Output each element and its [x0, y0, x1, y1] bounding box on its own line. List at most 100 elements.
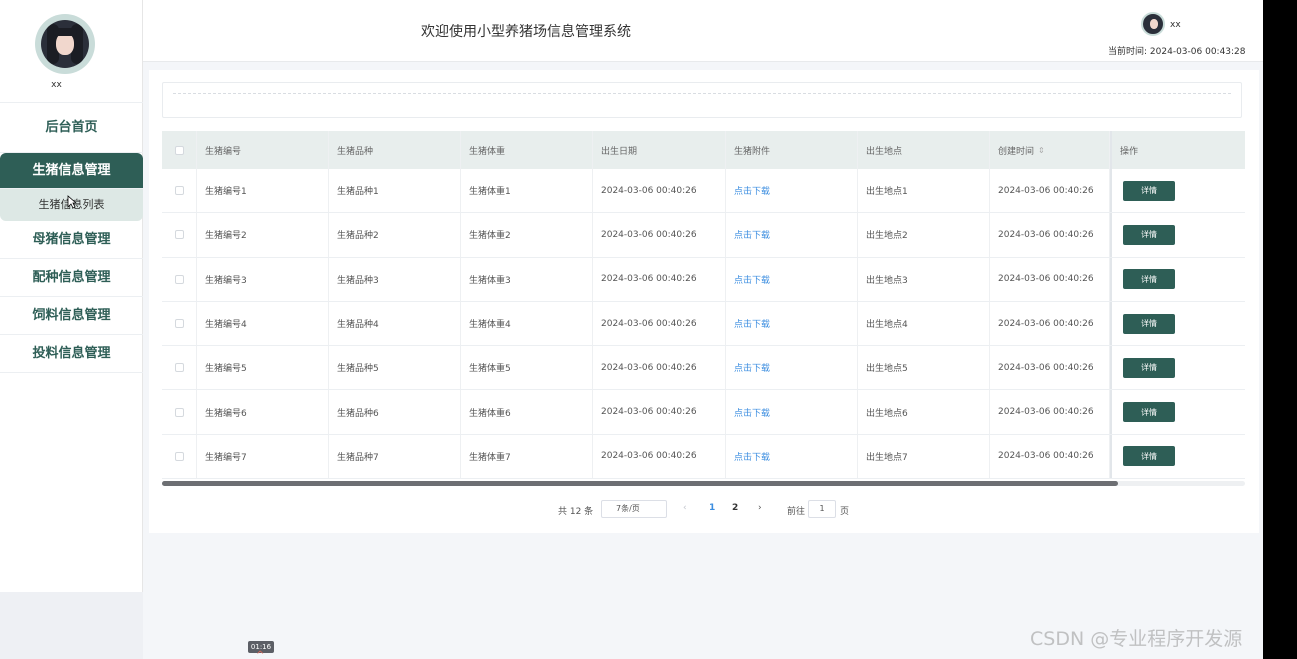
cell-created-time: 2024-03-06 00:40:26 [990, 257, 1110, 301]
cell-pig-id: 生猪编号2 [197, 213, 329, 257]
row-checkbox[interactable] [174, 363, 184, 373]
detail-button[interactable]: 详情 [1123, 357, 1175, 378]
cell-pig-breed: 生猪品种4 [329, 301, 461, 346]
current-time-value: 2024-03-06 00:43:28 [1149, 47, 1246, 57]
page-2-button[interactable]: 2 [732, 503, 738, 513]
table-row: 生猪编号1 生猪品种1 生猪体重1 2024-03-06 00:40:26 点击下载 出生… [162, 169, 1245, 214]
sidebar-subitem-pig-list[interactable]: 生猪信息列表 [0, 189, 143, 221]
cell-attachment: 点击下载 [726, 434, 858, 479]
row-select-cell [162, 434, 197, 479]
detail-button[interactable]: 详情 [1123, 224, 1175, 245]
cell-pig-id: 生猪编号4 [197, 301, 329, 346]
row-select-cell [162, 346, 197, 390]
watermark: CSDN @专业程序开发源 [1030, 628, 1243, 650]
column-header: 生猪编号 [197, 131, 329, 169]
download-link[interactable]: 点击下载 [734, 450, 770, 463]
row-checkbox[interactable] [174, 451, 184, 461]
row-checkbox[interactable] [174, 230, 184, 240]
column-header-label: 创建时间 [998, 146, 1035, 157]
goto-suffix: 页 [840, 507, 850, 517]
cell-pig-id: 生猪编号5 [197, 346, 329, 390]
cell-actions: 详情 [1110, 169, 1245, 213]
cell-birth-date: 2024-03-06 00:40:26 [593, 390, 726, 434]
cell-pig-weight: 生猪体重2 [461, 213, 593, 257]
cell-birthplace: 出生地点7 [858, 434, 990, 479]
detail-button[interactable]: 详情 [1123, 180, 1175, 201]
cell-attachment: 点击下载 [726, 257, 858, 301]
cell-pig-id: 生猪编号3 [197, 257, 329, 301]
sidebar-item-breeding-info[interactable]: 配种信息管理 [0, 259, 143, 297]
screen-border [1263, 0, 1297, 659]
cell-attachment: 点击下载 [726, 301, 858, 346]
horizontal-scrollbar[interactable] [162, 481, 1245, 486]
cell-birthplace: 出生地点4 [858, 301, 990, 346]
download-link[interactable]: 点击下载 [734, 317, 770, 330]
page-1-button[interactable]: 1 [709, 503, 715, 513]
row-checkbox[interactable] [174, 407, 184, 417]
sort-icon[interactable]: ⇕ [1038, 146, 1045, 155]
cell-pig-breed: 生猪品种6 [329, 390, 461, 434]
column-header: 生猪品种 [329, 131, 461, 169]
detail-button[interactable]: 详情 [1123, 402, 1175, 423]
header-avatar[interactable] [1141, 12, 1165, 36]
cell-attachment: 点击下载 [726, 346, 858, 390]
cell-attachment: 点击下载 [726, 390, 858, 434]
avatar[interactable] [35, 14, 95, 74]
table-row: 生猪编号4 生猪品种4 生猪体重4 2024-03-06 00:40:26 点击下载 出生… [162, 301, 1245, 347]
pig-table: 生猪编号 生猪品种 生猪体重 出生日期 生猪附件 出生地点 创建时间 ⇕ 操作 … [162, 131, 1245, 480]
sidebar-item-pig-info[interactable]: 生猪信息管理 [0, 153, 143, 189]
sidebar-item-feed-info[interactable]: 饲料信息管理 [0, 297, 143, 335]
goto-page-input[interactable]: 1 [808, 500, 836, 518]
cell-birth-date: 2024-03-06 00:40:26 [593, 301, 726, 346]
select-all-cell [162, 131, 197, 169]
header-username[interactable]: xx [1170, 20, 1181, 30]
row-select-cell [162, 390, 197, 434]
column-header: 出生日期 [593, 131, 726, 169]
cell-pig-weight: 生猪体重6 [461, 390, 593, 434]
download-link[interactable]: 点击下载 [734, 228, 770, 241]
row-checkbox[interactable] [174, 186, 184, 196]
cell-actions: 详情 [1110, 346, 1245, 390]
cell-pig-breed: 生猪品种3 [329, 257, 461, 301]
cell-birth-date: 2024-03-06 00:40:26 [593, 257, 726, 301]
sidebar-item-sow-info[interactable]: 母猪信息管理 [0, 221, 143, 259]
row-checkbox[interactable] [174, 319, 184, 329]
column-header-created[interactable]: 创建时间 ⇕ [990, 131, 1110, 169]
cell-created-time: 2024-03-06 00:40:26 [990, 390, 1110, 434]
table-row: 生猪编号5 生猪品种5 生猪体重5 2024-03-06 00:40:26 点击下载 出生… [162, 346, 1245, 391]
cell-birthplace: 出生地点6 [858, 390, 990, 434]
cell-created-time: 2024-03-06 00:40:26 [990, 213, 1110, 257]
row-select-cell [162, 257, 197, 301]
sidebar-item-feeding-info[interactable]: 投料信息管理 [0, 335, 143, 373]
cell-pig-breed: 生猪品种2 [329, 213, 461, 257]
page-title: 欢迎使用小型养猪场信息管理系统 [421, 24, 631, 40]
detail-button[interactable]: 详情 [1123, 446, 1175, 467]
row-select-cell [162, 213, 197, 257]
download-link[interactable]: 点击下载 [734, 361, 770, 374]
app-window: xx 后台首页 生猪信息管理 生猪信息列表 母猪信息管理 配种信息管理 饲料信息… [0, 0, 1263, 659]
cell-created-time: 2024-03-06 00:40:26 [990, 169, 1110, 213]
row-checkbox[interactable] [174, 274, 184, 284]
search-panel [162, 82, 1242, 118]
cell-pig-weight: 生猪体重7 [461, 434, 593, 479]
page-size-select[interactable]: 7条/页 [601, 500, 667, 518]
detail-button[interactable]: 详情 [1123, 269, 1175, 290]
goto-label: 前往 [787, 507, 806, 517]
cell-actions: 详情 [1110, 390, 1245, 434]
sidebar-username: xx [51, 80, 62, 90]
pagination: 共 12 条 7条/页 ‹ 1 2 › 前往 1 页 [149, 500, 1259, 520]
cell-created-time: 2024-03-06 00:40:26 [990, 346, 1110, 390]
prev-page-button[interactable]: ‹ [683, 503, 687, 513]
row-select-cell [162, 169, 197, 213]
next-page-button[interactable]: › [758, 503, 762, 513]
download-link[interactable]: 点击下载 [734, 273, 770, 286]
scrollbar-thumb[interactable] [162, 481, 1118, 486]
detail-button[interactable]: 详情 [1123, 313, 1175, 334]
cell-pig-breed: 生猪品种7 [329, 434, 461, 479]
sidebar-item-home[interactable]: 后台首页 [0, 103, 143, 153]
select-all-checkbox[interactable] [174, 145, 184, 155]
close-icon: ^ [256, 650, 265, 659]
mouse-pointer-icon [67, 195, 77, 209]
download-link[interactable]: 点击下载 [734, 184, 770, 197]
download-link[interactable]: 点击下载 [734, 406, 770, 419]
